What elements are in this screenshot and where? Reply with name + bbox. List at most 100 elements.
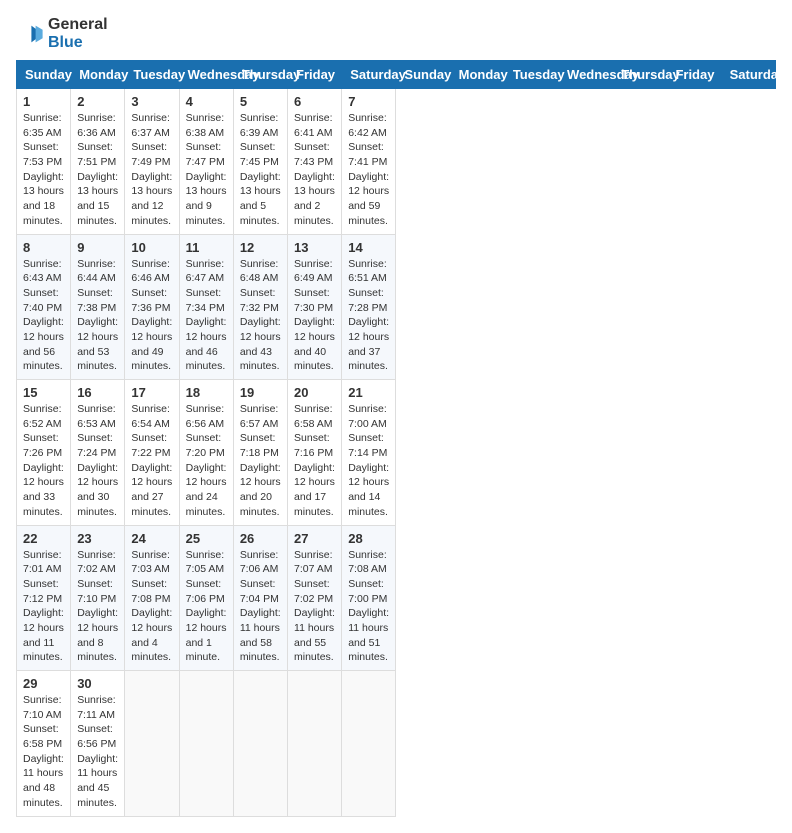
sunrise-label: Sunrise: 6:51 AM — [348, 258, 387, 285]
sunset-label: Sunset: 7:30 PM — [294, 287, 333, 314]
sunrise-label: Sunrise: 7:11 AM — [77, 694, 116, 721]
day-number: 12 — [240, 240, 281, 255]
sunset-label: Sunset: 7:32 PM — [240, 287, 279, 314]
day-info: Sunrise: 7:03 AM Sunset: 7:08 PM Dayligh… — [131, 548, 172, 666]
daylight-label: Daylight: 13 hours and 9 minutes. — [186, 171, 227, 227]
day-info: Sunrise: 7:02 AM Sunset: 7:10 PM Dayligh… — [77, 548, 118, 666]
col-tuesday: Tuesday — [125, 61, 179, 89]
day-cell-26: 26 Sunrise: 7:06 AM Sunset: 7:04 PM Dayl… — [233, 525, 287, 671]
sunset-label: Sunset: 7:00 PM — [348, 578, 387, 605]
daylight-label: Daylight: 12 hours and 40 minutes. — [294, 316, 335, 372]
sunrise-label: Sunrise: 6:49 AM — [294, 258, 333, 285]
day-number: 8 — [23, 240, 64, 255]
day-cell-23: 23 Sunrise: 7:02 AM Sunset: 7:10 PM Dayl… — [71, 525, 125, 671]
sunset-label: Sunset: 7:02 PM — [294, 578, 333, 605]
day-number: 25 — [186, 531, 227, 546]
day-cell-15: 15 Sunrise: 6:52 AM Sunset: 7:26 PM Dayl… — [17, 380, 71, 526]
col-saturday: Saturday — [721, 61, 775, 89]
sunrise-label: Sunrise: 6:37 AM — [131, 112, 170, 139]
col-monday: Monday — [71, 61, 125, 89]
daylight-label: Daylight: 12 hours and 17 minutes. — [294, 462, 335, 518]
daylight-label: Daylight: 13 hours and 18 minutes. — [23, 171, 64, 227]
day-info: Sunrise: 6:56 AM Sunset: 7:20 PM Dayligh… — [186, 402, 227, 520]
sunset-label: Sunset: 7:36 PM — [131, 287, 170, 314]
day-number: 21 — [348, 385, 389, 400]
week-row-1: 1 Sunrise: 6:35 AM Sunset: 7:53 PM Dayli… — [17, 89, 776, 235]
sunset-label: Sunset: 7:22 PM — [131, 432, 170, 459]
day-info: Sunrise: 6:44 AM Sunset: 7:38 PM Dayligh… — [77, 257, 118, 375]
week-row-3: 15 Sunrise: 6:52 AM Sunset: 7:26 PM Dayl… — [17, 380, 776, 526]
col-wednesday: Wednesday — [179, 61, 233, 89]
week-row-2: 8 Sunrise: 6:43 AM Sunset: 7:40 PM Dayli… — [17, 234, 776, 380]
day-number: 17 — [131, 385, 172, 400]
day-number: 26 — [240, 531, 281, 546]
logo-icon — [16, 20, 44, 48]
day-cell-8: 8 Sunrise: 6:43 AM Sunset: 7:40 PM Dayli… — [17, 234, 71, 380]
day-cell-20: 20 Sunrise: 6:58 AM Sunset: 7:16 PM Dayl… — [288, 380, 342, 526]
sunset-label: Sunset: 7:12 PM — [23, 578, 62, 605]
day-number: 22 — [23, 531, 64, 546]
sunset-label: Sunset: 7:51 PM — [77, 141, 116, 168]
sunrise-label: Sunrise: 7:03 AM — [131, 549, 170, 576]
day-cell-24: 24 Sunrise: 7:03 AM Sunset: 7:08 PM Dayl… — [125, 525, 179, 671]
col-friday: Friday — [288, 61, 342, 89]
sunset-label: Sunset: 7:34 PM — [186, 287, 225, 314]
day-number: 7 — [348, 94, 389, 109]
daylight-label: Daylight: 11 hours and 55 minutes. — [294, 607, 335, 663]
day-number: 24 — [131, 531, 172, 546]
sunrise-label: Sunrise: 6:47 AM — [186, 258, 225, 285]
sunrise-label: Sunrise: 7:10 AM — [23, 694, 62, 721]
day-info: Sunrise: 6:54 AM Sunset: 7:22 PM Dayligh… — [131, 402, 172, 520]
day-number: 5 — [240, 94, 281, 109]
day-cell-11: 11 Sunrise: 6:47 AM Sunset: 7:34 PM Dayl… — [179, 234, 233, 380]
day-info: Sunrise: 6:37 AM Sunset: 7:49 PM Dayligh… — [131, 111, 172, 229]
sunrise-label: Sunrise: 6:39 AM — [240, 112, 279, 139]
day-cell-7: 7 Sunrise: 6:42 AM Sunset: 7:41 PM Dayli… — [342, 89, 396, 235]
header-row: SundayMondayTuesdayWednesdayThursdayFrid… — [17, 61, 776, 89]
daylight-label: Daylight: 12 hours and 53 minutes. — [77, 316, 118, 372]
day-info: Sunrise: 6:58 AM Sunset: 7:16 PM Dayligh… — [294, 402, 335, 520]
day-number: 15 — [23, 385, 64, 400]
sunset-label: Sunset: 7:16 PM — [294, 432, 333, 459]
day-cell-9: 9 Sunrise: 6:44 AM Sunset: 7:38 PM Dayli… — [71, 234, 125, 380]
day-cell-1: 1 Sunrise: 6:35 AM Sunset: 7:53 PM Dayli… — [17, 89, 71, 235]
empty-cell — [342, 671, 396, 817]
empty-cell — [179, 671, 233, 817]
week-row-5: 29 Sunrise: 7:10 AM Sunset: 6:58 PM Dayl… — [17, 671, 776, 817]
sunset-label: Sunset: 7:53 PM — [23, 141, 62, 168]
day-info: Sunrise: 7:10 AM Sunset: 6:58 PM Dayligh… — [23, 693, 64, 811]
sunrise-label: Sunrise: 7:06 AM — [240, 549, 279, 576]
sunrise-label: Sunrise: 6:35 AM — [23, 112, 62, 139]
day-info: Sunrise: 6:52 AM Sunset: 7:26 PM Dayligh… — [23, 402, 64, 520]
day-cell-25: 25 Sunrise: 7:05 AM Sunset: 7:06 PM Dayl… — [179, 525, 233, 671]
sunrise-label: Sunrise: 6:43 AM — [23, 258, 62, 285]
empty-cell — [125, 671, 179, 817]
daylight-label: Daylight: 12 hours and 49 minutes. — [131, 316, 172, 372]
sunset-label: Sunset: 7:28 PM — [348, 287, 387, 314]
sunset-label: Sunset: 7:43 PM — [294, 141, 333, 168]
day-cell-17: 17 Sunrise: 6:54 AM Sunset: 7:22 PM Dayl… — [125, 380, 179, 526]
sunrise-label: Sunrise: 6:53 AM — [77, 403, 116, 430]
day-number: 14 — [348, 240, 389, 255]
day-cell-29: 29 Sunrise: 7:10 AM Sunset: 6:58 PM Dayl… — [17, 671, 71, 817]
sunset-label: Sunset: 7:45 PM — [240, 141, 279, 168]
day-number: 23 — [77, 531, 118, 546]
day-cell-4: 4 Sunrise: 6:38 AM Sunset: 7:47 PM Dayli… — [179, 89, 233, 235]
day-info: Sunrise: 6:46 AM Sunset: 7:36 PM Dayligh… — [131, 257, 172, 375]
day-number: 16 — [77, 385, 118, 400]
daylight-label: Daylight: 12 hours and 11 minutes. — [23, 607, 64, 663]
daylight-label: Daylight: 13 hours and 15 minutes. — [77, 171, 118, 227]
day-cell-2: 2 Sunrise: 6:36 AM Sunset: 7:51 PM Dayli… — [71, 89, 125, 235]
sunrise-label: Sunrise: 6:36 AM — [77, 112, 116, 139]
day-info: Sunrise: 6:49 AM Sunset: 7:30 PM Dayligh… — [294, 257, 335, 375]
day-cell-12: 12 Sunrise: 6:48 AM Sunset: 7:32 PM Dayl… — [233, 234, 287, 380]
day-info: Sunrise: 6:38 AM Sunset: 7:47 PM Dayligh… — [186, 111, 227, 229]
day-info: Sunrise: 6:53 AM Sunset: 7:24 PM Dayligh… — [77, 402, 118, 520]
empty-cell — [233, 671, 287, 817]
day-number: 27 — [294, 531, 335, 546]
daylight-label: Daylight: 12 hours and 4 minutes. — [131, 607, 172, 663]
sunset-label: Sunset: 7:40 PM — [23, 287, 62, 314]
page-header: General Blue — [16, 16, 776, 52]
daylight-label: Daylight: 12 hours and 1 minute. — [186, 607, 227, 663]
col-thursday: Thursday — [233, 61, 287, 89]
